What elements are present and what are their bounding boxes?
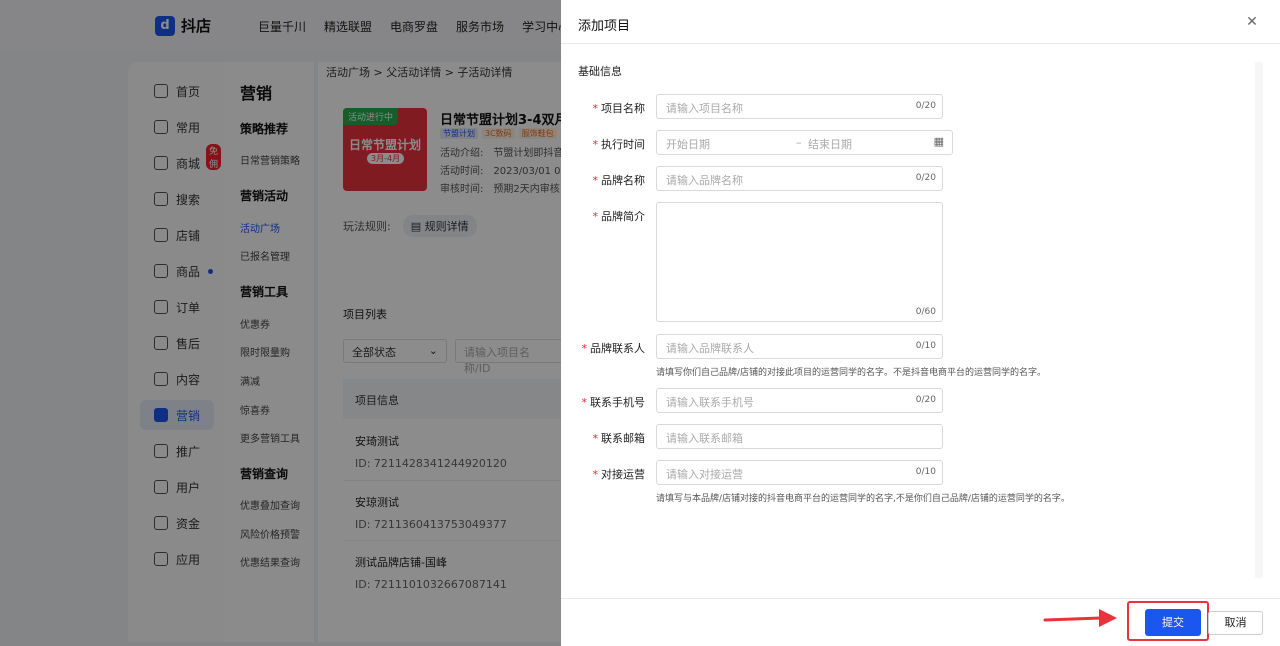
required-mark: * [592, 138, 599, 151]
required-mark: * [592, 432, 599, 445]
field-label: * 品牌名称 [561, 172, 646, 188]
end-date-placeholder: 结束日期 [808, 138, 852, 151]
required-mark: * [592, 174, 599, 187]
required-mark: * [592, 210, 599, 223]
operator-input[interactable]: 请输入对接运营 0/10 [656, 460, 943, 485]
placeholder: 请输入品牌名称 [666, 174, 743, 187]
project-name-input[interactable]: 请输入项目名称 0/20 [656, 94, 943, 119]
label-text: 对接运营 [601, 468, 645, 481]
add-project-drawer: 添加项目 ✕ 基础信息 * 项目名称 请输入项目名称 0/20 * 执行时间 开始日期… [561, 0, 1280, 646]
required-mark: * [581, 396, 588, 409]
placeholder: 请输入联系邮箱 [666, 432, 743, 445]
date-range-picker[interactable]: 开始日期 – 结束日期 ▦ [656, 130, 953, 155]
field-label: * 品牌简介 [561, 208, 646, 224]
char-counter: 0/10 [915, 341, 936, 351]
char-counter: 0/20 [915, 173, 936, 183]
field-label: * 联系手机号 [561, 394, 646, 410]
char-counter: 0/20 [915, 395, 936, 405]
required-mark: * [592, 102, 599, 115]
brand-contact-input[interactable]: 请输入品牌联系人 0/10 [656, 334, 943, 359]
range-separator: – [796, 136, 802, 149]
char-counter: 0/20 [915, 101, 936, 111]
label-text: 执行时间 [601, 138, 645, 151]
label-text: 品牌联系人 [590, 342, 645, 355]
modal-overlay[interactable] [0, 0, 561, 646]
calendar-icon: ▦ [933, 135, 944, 148]
field-label: * 联系邮箱 [561, 430, 646, 446]
label-text: 品牌名称 [601, 174, 645, 187]
field-label: * 执行时间 [561, 136, 646, 152]
label-text: 联系邮箱 [601, 432, 645, 445]
contact-phone-input[interactable]: 请输入联系手机号 0/20 [656, 388, 943, 413]
placeholder: 请输入联系手机号 [666, 396, 754, 409]
scrollbar[interactable] [1255, 62, 1263, 578]
required-mark: * [592, 468, 599, 481]
label-text: 品牌简介 [601, 210, 645, 223]
cancel-button[interactable]: 取消 [1208, 611, 1263, 635]
field-label: * 品牌联系人 [561, 340, 646, 356]
close-icon[interactable]: ✕ [1245, 14, 1259, 30]
field-hint: 请填写你们自己品牌/店铺的对接此项目的运营同学的名字。不是抖音电商平台的运营同学… [656, 368, 1047, 378]
label-text: 联系手机号 [590, 396, 645, 409]
char-counter: 0/60 [915, 307, 936, 317]
section-title: 基础信息 [578, 65, 622, 78]
divider [561, 43, 1280, 44]
brand-intro-textarea[interactable]: 0/60 [656, 202, 943, 322]
placeholder: 请输入品牌联系人 [666, 342, 754, 355]
contact-email-input[interactable]: 请输入联系邮箱 [656, 424, 943, 449]
char-counter: 0/10 [915, 467, 936, 477]
field-hint: 请填写与本品牌/店铺对接的抖音电商平台的运营同学的名字,不是你们自己品牌/店铺的… [656, 494, 1070, 504]
divider [561, 598, 1280, 599]
field-label: * 对接运营 [561, 466, 646, 482]
submit-button[interactable]: 提交 [1145, 609, 1201, 636]
required-mark: * [581, 342, 588, 355]
placeholder: 请输入对接运营 [666, 468, 743, 481]
arrow-right-icon [1043, 609, 1117, 627]
start-date-placeholder: 开始日期 [666, 138, 710, 151]
placeholder: 请输入项目名称 [666, 102, 743, 115]
brand-name-input[interactable]: 请输入品牌名称 0/20 [656, 166, 943, 191]
field-label: * 项目名称 [561, 100, 646, 116]
label-text: 项目名称 [601, 102, 645, 115]
drawer-title: 添加项目 [578, 19, 631, 34]
